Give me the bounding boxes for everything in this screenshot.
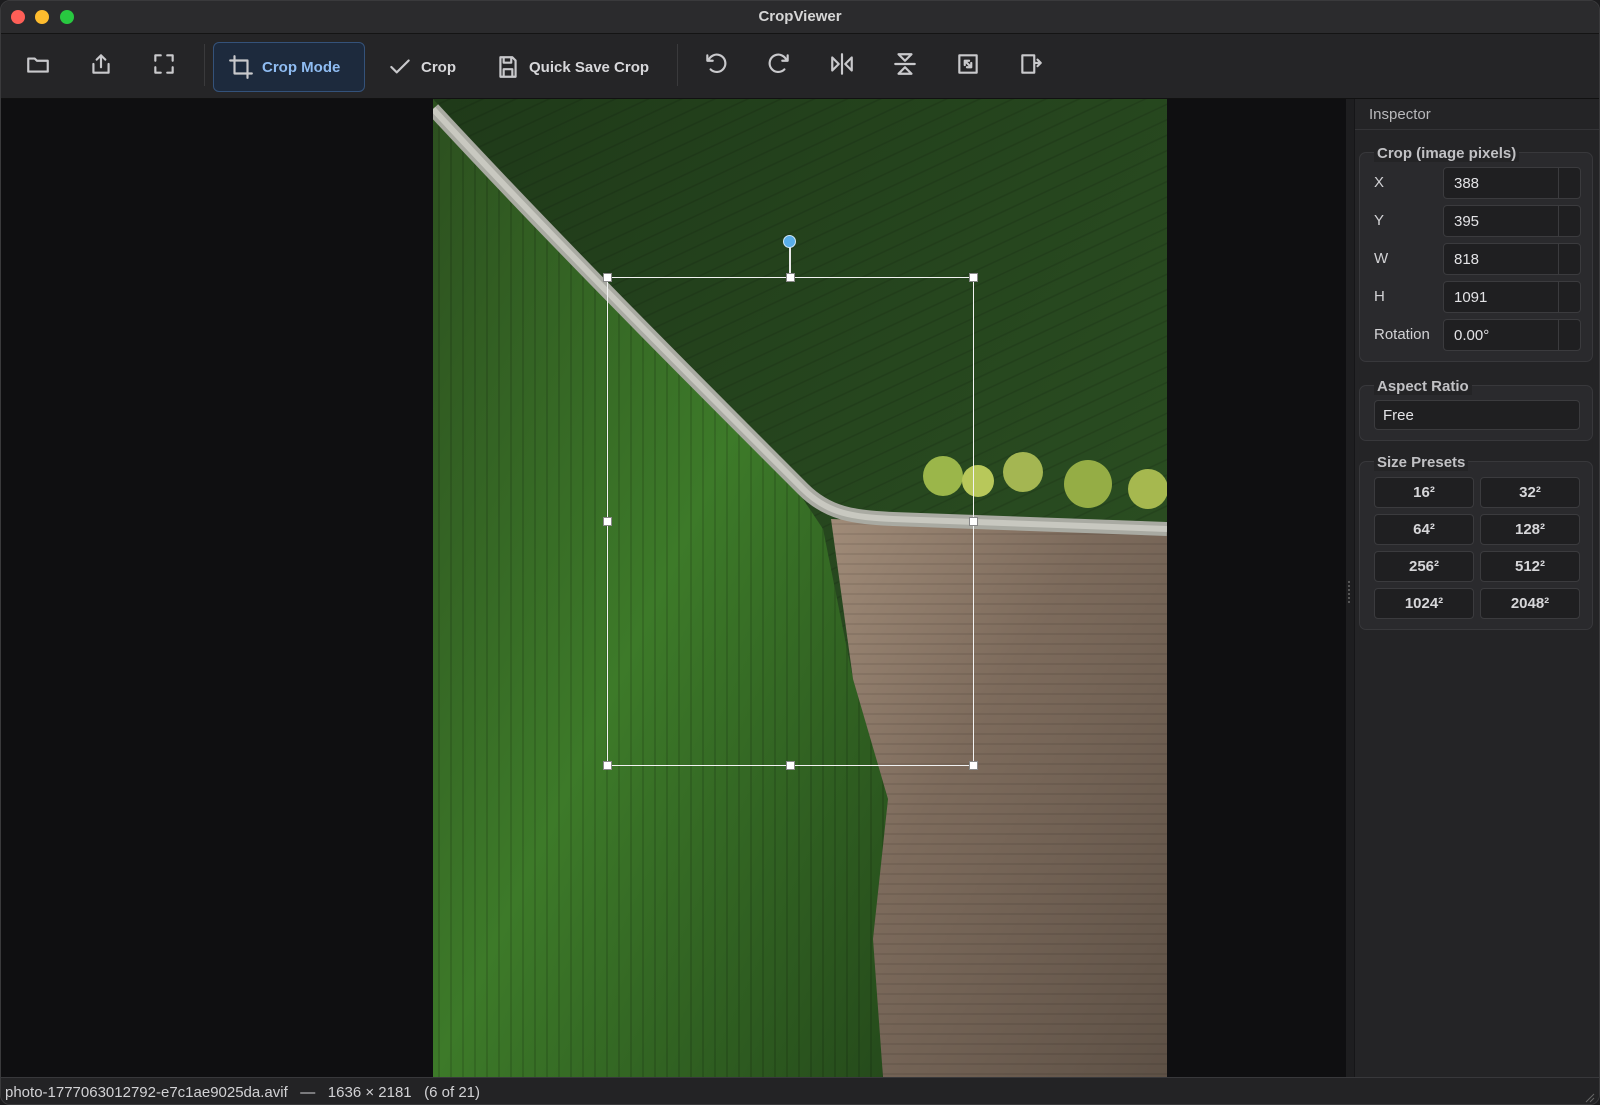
- rotation-value: 0.00°: [1454, 327, 1490, 344]
- crop-w-label: W: [1374, 250, 1389, 267]
- inspector-panel: Inspector Crop (image pixels) X 388 Y 39…: [1354, 99, 1599, 1077]
- toolbar-divider: [677, 44, 678, 86]
- crop-w-field[interactable]: 818: [1443, 243, 1581, 275]
- crop-handle-left[interactable]: [603, 517, 612, 526]
- preset-256-button[interactable]: 256²: [1374, 551, 1474, 582]
- status-separator: —: [300, 1084, 316, 1101]
- crop-rectangle[interactable]: [603, 273, 978, 770]
- crop-group: Crop (image pixels) X 388 Y 395 W 818 H …: [1359, 145, 1593, 362]
- rotation-row: Rotation 0.00°: [1374, 319, 1584, 351]
- rotation-label: Rotation: [1374, 326, 1430, 343]
- aspect-ratio-title: Aspect Ratio: [1374, 378, 1472, 395]
- rotate-left-button[interactable]: [694, 42, 738, 86]
- size-presets-group: Size Presets 16² 32² 64² 128² 256² 512² …: [1359, 454, 1593, 630]
- crop-x-stepper[interactable]: [1558, 168, 1580, 198]
- crop-h-field[interactable]: 1091: [1443, 281, 1581, 313]
- status-bar: photo-1777063012792-e7c1ae9025da.avif — …: [1, 1077, 1599, 1104]
- status-position: (6 of 21): [424, 1084, 481, 1101]
- rotation-stepper[interactable]: [1558, 320, 1580, 350]
- aspect-ratio-group: Aspect Ratio Free: [1359, 378, 1593, 441]
- crop-h-stepper[interactable]: [1558, 282, 1580, 312]
- toolbar: Crop Mode Crop Quick Save Crop: [1, 34, 1599, 99]
- crop-icon: [229, 55, 253, 79]
- quick-save-label: Quick Save Crop: [529, 58, 650, 76]
- image-canvas[interactable]: [1, 99, 1346, 1077]
- rotation-field[interactable]: 0.00°: [1443, 319, 1581, 351]
- status-dimensions: 1636 × 2181: [327, 1084, 412, 1101]
- title-bar: CropViewer: [1, 1, 1599, 34]
- crop-y-field[interactable]: 395: [1443, 205, 1581, 237]
- aspect-ratio-select[interactable]: Free: [1374, 400, 1580, 430]
- crop-h-value: 1091: [1454, 289, 1488, 306]
- splitter-grip[interactable]: [1348, 581, 1350, 603]
- crop-handle-bottom-right[interactable]: [969, 761, 978, 770]
- resize-icon: [958, 54, 978, 74]
- crop-y-row: Y 395: [1374, 205, 1584, 237]
- preset-16-button[interactable]: 16²: [1374, 477, 1474, 508]
- fullscreen-button[interactable]: [142, 42, 186, 86]
- crop-x-row: X 388: [1374, 167, 1584, 199]
- crop-h-label: H: [1374, 288, 1385, 305]
- canvas-size-button[interactable]: [1009, 42, 1053, 86]
- rotation-handle[interactable]: [783, 235, 796, 248]
- crop-y-stepper[interactable]: [1558, 206, 1580, 236]
- status-text: photo-1777063012792-e7c1ae9025da.avif — …: [5, 1084, 480, 1101]
- crop-x-field[interactable]: 388: [1443, 167, 1581, 199]
- share-icon: [92, 54, 110, 74]
- status-filename: photo-1777063012792-e7c1ae9025da.avif: [5, 1084, 288, 1101]
- fullscreen-icon: [154, 54, 174, 74]
- crop-label: Crop: [421, 58, 456, 76]
- save-icon: [499, 56, 517, 78]
- crop-mode-button[interactable]: Crop Mode: [213, 42, 365, 92]
- rotate-right-icon: [768, 53, 789, 74]
- size-presets-title: Size Presets: [1374, 454, 1469, 471]
- crop-handle-bottom-left[interactable]: [603, 761, 612, 770]
- preset-512-button[interactable]: 512²: [1480, 551, 1580, 582]
- toolbar-divider: [204, 44, 205, 86]
- open-folder-button[interactable]: [16, 42, 60, 86]
- crop-group-title: Crop (image pixels): [1374, 145, 1520, 162]
- crop-button[interactable]: Crop: [373, 42, 470, 92]
- rotate-right-button[interactable]: [757, 42, 801, 86]
- flip-horizontal-button[interactable]: [820, 42, 864, 86]
- quick-save-crop-button[interactable]: Quick Save Crop: [481, 42, 663, 92]
- divider: [1355, 129, 1599, 130]
- crop-handle-right[interactable]: [969, 517, 978, 526]
- folder-icon: [27, 57, 49, 73]
- preset-1024-button[interactable]: 1024²: [1374, 588, 1474, 619]
- inspector-title: Inspector: [1369, 106, 1431, 123]
- flip-vertical-button[interactable]: [883, 42, 927, 86]
- preset-64-button[interactable]: 64²: [1374, 514, 1474, 545]
- app-window: CropViewer Crop Mode Crop Quick Save Cro…: [0, 0, 1600, 1105]
- crop-handle-top-left[interactable]: [603, 273, 612, 282]
- crop-w-stepper[interactable]: [1558, 244, 1580, 274]
- crop-x-value: 388: [1454, 175, 1480, 192]
- crop-handle-top[interactable]: [786, 273, 795, 282]
- flip-vertical-icon: [894, 53, 916, 75]
- preset-32-button[interactable]: 32²: [1480, 477, 1580, 508]
- crop-x-label: X: [1374, 174, 1385, 191]
- crop-y-value: 395: [1454, 213, 1480, 230]
- resize-button[interactable]: [946, 42, 990, 86]
- canvas-size-icon: [1021, 54, 1042, 74]
- window-title: CropViewer: [758, 8, 842, 25]
- resize-grip-icon[interactable]: [1583, 1091, 1595, 1103]
- flip-horizontal-icon: [831, 53, 853, 75]
- checkmark-icon: [390, 59, 410, 74]
- crop-w-row: W 818: [1374, 243, 1584, 275]
- rotate-left-icon: [706, 53, 727, 74]
- crop-handle-top-right[interactable]: [969, 273, 978, 282]
- preset-128-button[interactable]: 128²: [1480, 514, 1580, 545]
- crop-y-label: Y: [1374, 212, 1385, 229]
- export-button[interactable]: [79, 42, 123, 86]
- crop-w-value: 818: [1454, 251, 1480, 268]
- crop-handle-bottom[interactable]: [786, 761, 795, 770]
- preset-2048-button[interactable]: 2048²: [1480, 588, 1580, 619]
- crop-h-row: H 1091: [1374, 281, 1584, 313]
- crop-mode-label: Crop Mode: [262, 58, 341, 76]
